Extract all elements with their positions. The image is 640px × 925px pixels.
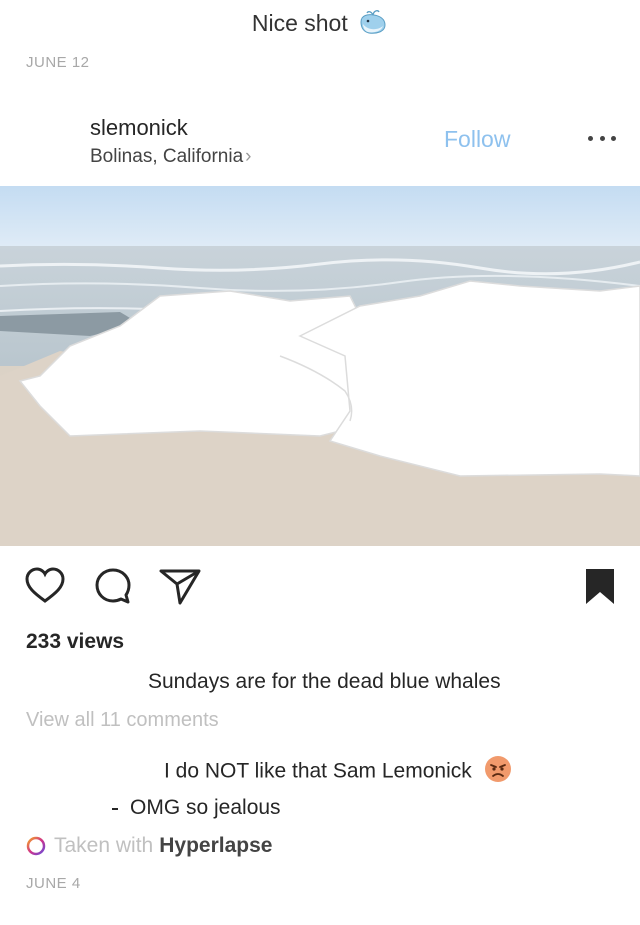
username[interactable]: slemonick <box>90 115 188 141</box>
comment-item: I do NOT like that Sam Lemonick <box>164 755 512 789</box>
location-text: Bolinas, California <box>90 146 244 167</box>
more-dots-icon[interactable] <box>588 128 616 148</box>
taken-with-attribution[interactable]: Taken with Hyperlapse <box>26 834 272 858</box>
dot <box>611 135 616 141</box>
view-all-comments-link[interactable]: View all 11 comments <box>26 709 219 732</box>
previous-post-date: JUNE 12 <box>26 54 90 71</box>
post-date: JUNE 4 <box>26 875 81 892</box>
dot <box>599 135 605 141</box>
comment-avatar-placeholder <box>112 808 118 810</box>
previous-post-caption: Nice shot <box>0 8 640 42</box>
bookmark-icon[interactable] <box>584 566 616 611</box>
dot <box>588 135 593 141</box>
heart-icon[interactable] <box>24 566 66 611</box>
whale-emoji-icon <box>358 8 388 42</box>
chevron-right-icon: › <box>245 146 252 167</box>
taken-with-prefix: Taken with <box>54 834 154 857</box>
comment-text: I do NOT like that Sam Lemonick <box>164 759 472 783</box>
post-photo[interactable] <box>0 186 640 546</box>
view-count: 233 views <box>26 630 125 653</box>
action-bar <box>0 566 640 610</box>
avatar[interactable] <box>26 120 76 170</box>
whale-right <box>298 280 640 477</box>
previous-caption-text: Nice shot <box>251 10 348 37</box>
comment-item: OMG so jealous <box>130 796 281 819</box>
post-header: slemonick Bolinas, California › Follow <box>0 100 640 186</box>
taken-with-app: Hyperlapse <box>159 834 273 857</box>
follow-button[interactable]: Follow <box>444 126 510 153</box>
comment-icon[interactable] <box>92 566 134 611</box>
hyperlapse-ring-icon <box>26 836 46 856</box>
location-link[interactable]: Bolinas, California › <box>90 146 251 168</box>
angry-face-emoji-icon <box>484 755 512 789</box>
post-caption: Sundays are for the dead blue whales <box>148 670 501 693</box>
share-icon[interactable] <box>158 566 202 611</box>
